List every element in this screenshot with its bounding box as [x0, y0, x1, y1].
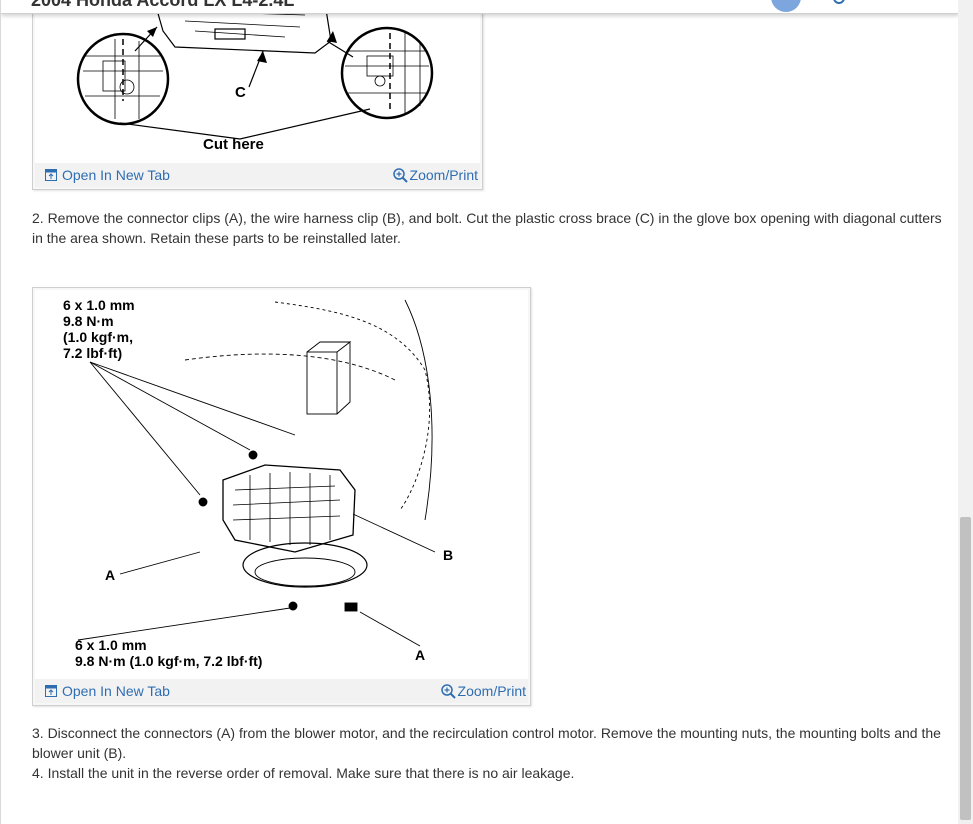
- figure-cut-diagram: C Cut here Open In New Tab Zoom/Print: [32, 0, 483, 190]
- figure-toolbar: Open In New Tab Zoom/Print: [35, 163, 480, 187]
- step-3-text: 3. Disconnect the connectors (A) from th…: [32, 725, 941, 761]
- page: 2004 Honda Accord LX L4-2.4L C Cut here …: [0, 0, 958, 824]
- page-title: 2004 Honda Accord LX L4-2.4L: [31, 0, 295, 10]
- scrollbar[interactable]: [958, 0, 973, 824]
- figure-blower-unit: 6 x 1.0 mm 9.8 N·m (1.0 kgf·m, 7.2 lbf·f…: [32, 287, 531, 706]
- zoom-print-label: Zoom/Print: [457, 683, 526, 699]
- label-cut-here: Cut here: [203, 136, 264, 153]
- open-new-tab-icon: [45, 169, 57, 181]
- open-new-tab-icon: [45, 685, 57, 697]
- open-new-tab-label: Open In New Tab: [62, 683, 170, 699]
- zoom-icon: [440, 683, 456, 699]
- user-avatar[interactable]: [771, 0, 801, 12]
- zoom-print-link[interactable]: Zoom/Print: [440, 683, 526, 699]
- torque-top-line-1: 6 x 1.0 mm: [63, 297, 135, 313]
- torque-bottom-line-2: 9.8 N·m (1.0 kgf·m, 7.2 lbf·ft): [75, 653, 262, 669]
- label-b: B: [443, 547, 453, 563]
- zoom-icon: [392, 167, 408, 183]
- header-bar: 2004 Honda Accord LX L4-2.4L: [1, 0, 958, 14]
- diagram-image[interactable]: 6 x 1.0 mm 9.8 N·m (1.0 kgf·m, 7.2 lbf·f…: [35, 290, 528, 679]
- label-a-bottom: A: [415, 647, 425, 663]
- scrollbar-thumb[interactable]: [960, 517, 971, 820]
- torque-bottom-line-1: 6 x 1.0 mm: [75, 637, 147, 653]
- open-new-tab-label: Open In New Tab: [62, 167, 170, 183]
- open-new-tab-link[interactable]: Open In New Tab: [45, 683, 170, 699]
- torque-top-line-2: 9.8 N·m: [63, 313, 114, 329]
- label-c: C: [235, 84, 246, 101]
- open-new-tab-link[interactable]: Open In New Tab: [45, 167, 170, 183]
- torque-top-line-4: 7.2 lbf·ft): [63, 345, 122, 361]
- torque-top-line-3: (1.0 kgf·m,: [63, 329, 133, 345]
- diagram-image[interactable]: C Cut here: [35, 1, 480, 163]
- step-4-text: 4. Install the unit in the reverse order…: [32, 765, 575, 781]
- step-2-text: 2. Remove the connector clips (A), the w…: [32, 210, 942, 246]
- label-a-left: A: [105, 567, 115, 583]
- print-icon[interactable]: [823, 0, 845, 8]
- zoom-print-link[interactable]: Zoom/Print: [392, 167, 478, 183]
- zoom-print-label: Zoom/Print: [409, 167, 478, 183]
- figure-toolbar: Open In New Tab Zoom/Print: [35, 679, 528, 703]
